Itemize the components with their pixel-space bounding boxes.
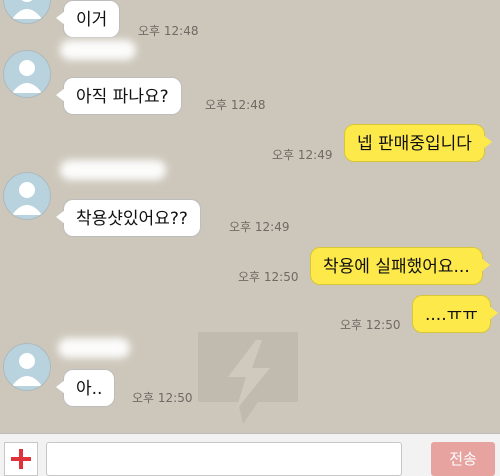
message-bubble[interactable]: 넵 판매중입니다 [344,124,492,162]
avatar[interactable] [3,50,51,98]
send-button[interactable]: 전송 [431,442,495,476]
message-time: 오후 12:48 [138,24,199,38]
plus-icon[interactable] [4,442,38,476]
message-time: 오후 12:50 [340,318,401,332]
sender-name-redacted [58,338,130,358]
sender-name-redacted [60,160,166,180]
avatar[interactable] [3,0,51,24]
message-time: 오후 12:50 [132,391,193,405]
message-bubble[interactable]: 이거 [55,0,121,38]
message-bubble[interactable]: 착용샷있어요?? [56,199,201,237]
sender-name-redacted [60,40,136,60]
message-time: 오후 12:49 [229,220,290,234]
message-bubble[interactable]: 아.. [55,369,116,407]
message-bubble[interactable]: 아직 파나요? [56,77,182,115]
avatar[interactable] [3,172,51,220]
message-bubble[interactable]: 착용에 실패했어요... [310,247,490,285]
message-time: 오후 12:48 [205,98,266,112]
message-input[interactable] [46,442,402,476]
avatar[interactable] [3,343,51,391]
message-bubble[interactable]: ....ㅠㅠ [412,295,498,333]
lightning-chat-watermark-icon [198,332,298,424]
message-time: 오후 12:49 [272,148,333,162]
message-time: 오후 12:50 [238,270,299,284]
message-composer-bar: 전송 [0,433,500,476]
